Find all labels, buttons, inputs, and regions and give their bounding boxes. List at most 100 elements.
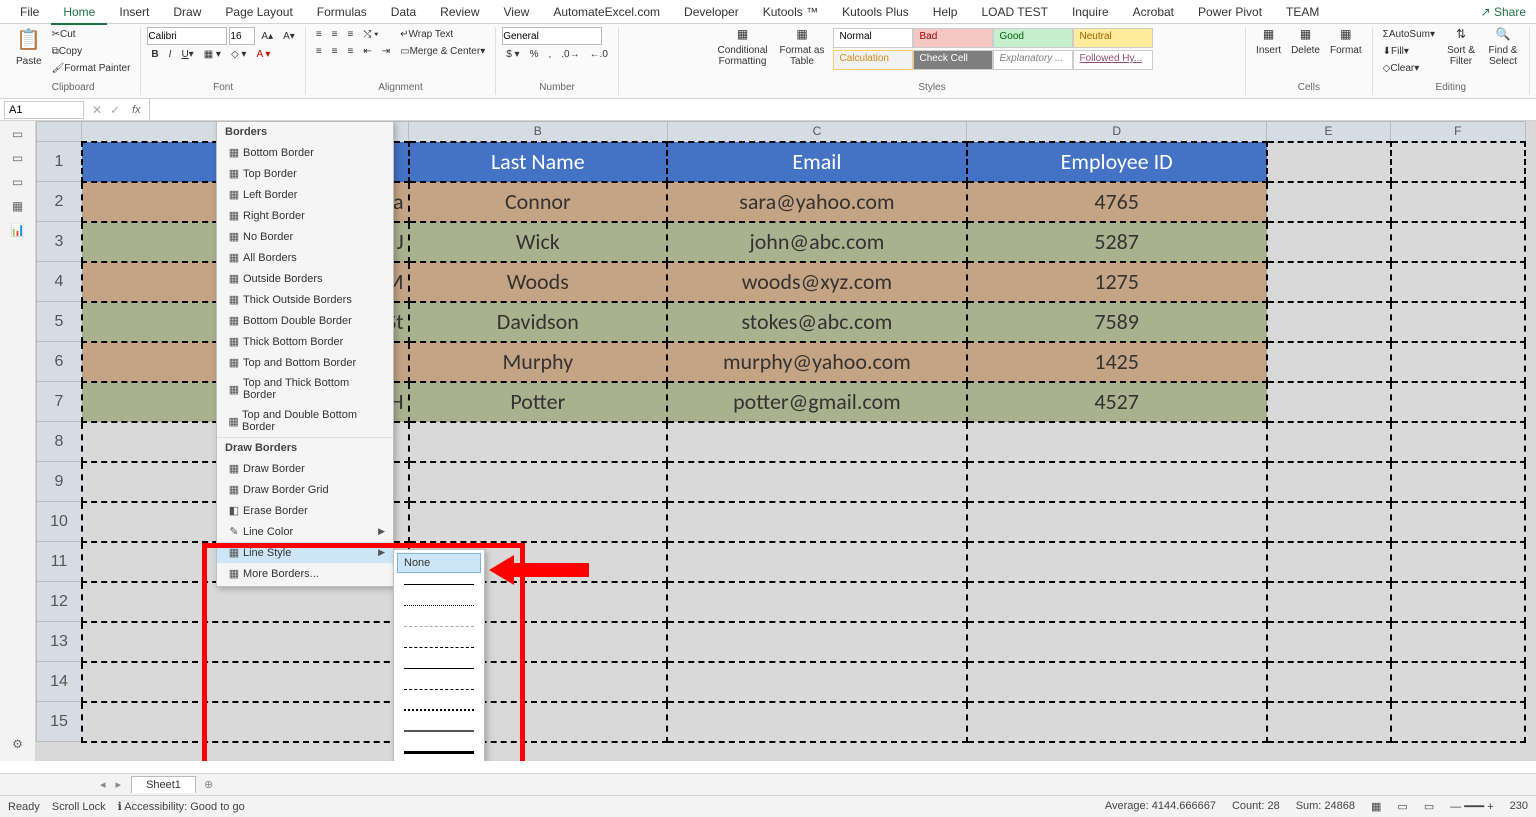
cell[interactable] (967, 662, 1267, 702)
borders-button[interactable]: ▦ ▾ (200, 47, 225, 62)
bold-button[interactable]: B (147, 47, 162, 62)
cell[interactable] (667, 502, 967, 542)
border-menu-item[interactable]: ▦Thick Outside Borders (217, 289, 393, 310)
cell[interactable]: Davidson (409, 302, 667, 342)
line-style-option[interactable] (397, 595, 481, 615)
cell[interactable] (1267, 462, 1391, 502)
ribbon-tab[interactable]: Acrobat (1121, 1, 1186, 23)
cell[interactable]: 7589 (967, 302, 1267, 342)
ribbon-tab[interactable]: Home (51, 1, 107, 25)
ribbon-tab[interactable]: Insert (107, 1, 161, 23)
cell[interactable]: Potter (409, 382, 667, 422)
row-header[interactable]: 1 (37, 142, 82, 182)
cell-style-option[interactable]: Explanatory ... (993, 50, 1073, 70)
cell-style-option[interactable]: Check Cell (913, 50, 993, 70)
cell[interactable] (409, 422, 667, 462)
line-style-option[interactable] (397, 574, 481, 594)
font-color-button[interactable]: A ▾ (252, 47, 274, 62)
cell[interactable]: 1425 (967, 342, 1267, 382)
row-header[interactable]: 15 (37, 702, 82, 742)
paste-icon[interactable]: 📋 (16, 27, 41, 52)
border-menu-item[interactable]: ◧Erase Border (217, 500, 393, 521)
formula-input[interactable] (149, 99, 1536, 120)
cell[interactable] (967, 422, 1267, 462)
border-menu-item[interactable]: ▦More Borders... (217, 563, 393, 584)
cell[interactable] (1267, 502, 1391, 542)
ribbon-tab[interactable]: Inquire (1060, 1, 1121, 23)
align-center-icon[interactable]: ≡ (328, 44, 342, 59)
align-bottom-icon[interactable]: ≡ (344, 27, 358, 42)
cell[interactable] (667, 582, 967, 622)
cell[interactable]: sara@yahoo.com (667, 182, 967, 222)
cell[interactable] (1267, 582, 1391, 622)
cell-style-option[interactable]: Neutral (1073, 28, 1153, 48)
cell-style-option[interactable]: Calculation (833, 50, 913, 70)
border-menu-item[interactable]: ▦Left Border (217, 184, 393, 205)
column-header[interactable]: B (409, 122, 667, 142)
border-menu-item[interactable]: ▦Top and Bottom Border (217, 352, 393, 373)
border-menu-item[interactable]: ▦Bottom Border (217, 142, 393, 163)
row-header[interactable]: 7 (37, 382, 82, 422)
cell[interactable]: stokes@abc.com (667, 302, 967, 342)
cell[interactable] (82, 702, 409, 742)
view-layout-icon[interactable]: ▭ (1397, 800, 1407, 813)
tab-nav-prev-icon[interactable]: ◂ (100, 778, 106, 791)
border-menu-item[interactable]: ▦Outside Borders (217, 268, 393, 289)
cell[interactable] (1267, 382, 1391, 422)
paste-button[interactable]: Paste (12, 54, 46, 69)
cut-button[interactable]: ✂ Cut (48, 27, 135, 42)
border-menu-item[interactable]: ▦All Borders (217, 247, 393, 268)
row-header[interactable]: 10 (37, 502, 82, 542)
cell[interactable] (1391, 222, 1525, 262)
cell[interactable] (967, 582, 1267, 622)
sort-filter-icon[interactable]: ⇅ (1456, 27, 1466, 41)
tab-nav-next-icon[interactable]: ▸ (116, 778, 122, 791)
cell[interactable] (967, 622, 1267, 662)
cell[interactable] (1267, 662, 1391, 702)
column-header[interactable]: F (1391, 122, 1525, 142)
row-header[interactable]: 9 (37, 462, 82, 502)
cell[interactable] (1391, 262, 1525, 302)
cell[interactable]: Connor (409, 182, 667, 222)
font-name-select[interactable] (147, 27, 227, 45)
cell[interactable] (82, 662, 409, 702)
autosum-button[interactable]: Σ AutoSum ▾ (1379, 27, 1439, 42)
cell[interactable] (1267, 702, 1391, 742)
cell[interactable] (1391, 422, 1525, 462)
cell[interactable]: 5287 (967, 222, 1267, 262)
cell[interactable] (1391, 542, 1525, 582)
cell[interactable] (667, 542, 967, 582)
increase-decimal-icon[interactable]: .0→ (557, 47, 583, 62)
format-as-table-icon[interactable]: ▦ (796, 27, 807, 41)
enter-icon[interactable]: ✓ (110, 103, 120, 117)
delete-button[interactable]: Delete (1287, 43, 1324, 58)
cell[interactable]: Last Name (409, 142, 667, 182)
cell[interactable]: 4765 (967, 182, 1267, 222)
cell[interactable] (967, 502, 1267, 542)
format-button[interactable]: Format (1326, 43, 1366, 58)
cell[interactable] (1267, 542, 1391, 582)
ribbon-tab[interactable]: Page Layout (213, 1, 304, 23)
number-format-select[interactable] (502, 27, 602, 45)
row-header[interactable]: 11 (37, 542, 82, 582)
ribbon-tab[interactable]: View (492, 1, 542, 23)
cell[interactable]: Email (667, 142, 967, 182)
row-header[interactable]: 8 (37, 422, 82, 462)
cell[interactable] (1391, 622, 1525, 662)
line-style-option[interactable] (397, 679, 481, 699)
border-menu-item[interactable]: ▦Right Border (217, 205, 393, 226)
border-menu-item[interactable]: ▦Top and Double Bottom Border (217, 405, 393, 437)
zoom-level[interactable]: 230 (1510, 800, 1528, 813)
line-style-option[interactable] (397, 658, 481, 678)
align-top-icon[interactable]: ≡ (312, 27, 326, 42)
border-menu-item[interactable]: ▦Draw Border (217, 458, 393, 479)
cell[interactable] (1391, 342, 1525, 382)
align-right-icon[interactable]: ≡ (344, 44, 358, 59)
conditional-formatting-button[interactable]: Conditional Formatting (713, 43, 773, 69)
row-header[interactable]: 4 (37, 262, 82, 302)
row-header[interactable]: 5 (37, 302, 82, 342)
find-select-icon[interactable]: 🔍 (1496, 27, 1511, 41)
cell[interactable] (667, 702, 967, 742)
ribbon-tab[interactable]: Kutools ™ (751, 1, 830, 23)
decrease-indent-icon[interactable]: ⇤ (359, 44, 375, 59)
